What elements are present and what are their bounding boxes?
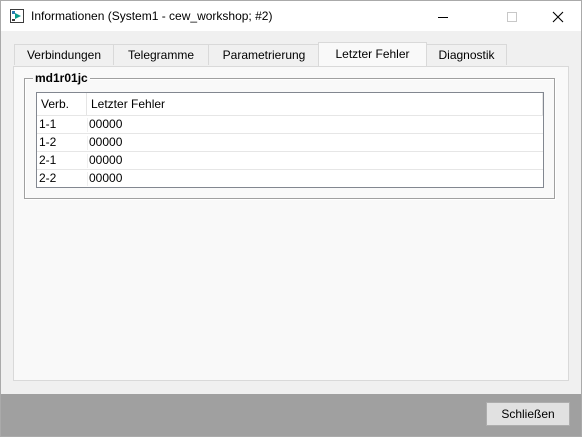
- maximize-button[interactable]: [489, 1, 535, 31]
- cell-verb: 1-1: [39, 117, 57, 131]
- tab-verbindungen[interactable]: Verbindungen: [14, 44, 114, 65]
- table-row[interactable]: 1-2 00000: [37, 134, 543, 152]
- cell-letzter-fehler: 00000: [89, 117, 123, 131]
- table-row[interactable]: 1-1 00000: [37, 115, 543, 134]
- list-body: 1-1 00000 1-2 00000 2-1 00000 2-2 00000: [37, 115, 543, 187]
- tab-diagnostik[interactable]: Diagnostik: [426, 44, 507, 65]
- column-divider: [87, 118, 88, 132]
- table-row[interactable]: 2-1 00000: [37, 152, 543, 170]
- header-divider: [542, 93, 543, 115]
- cell-verb: 2-1: [39, 153, 57, 167]
- tab-parametrierung[interactable]: Parametrierung: [208, 44, 320, 65]
- cell-letzter-fehler: 00000: [89, 171, 123, 185]
- cell-verb: 2-2: [39, 171, 57, 185]
- list-header: Verb. Letzter Fehler: [37, 93, 543, 115]
- column-header-letzter-fehler[interactable]: Letzter Fehler: [87, 93, 543, 115]
- tab-panel-letzter-fehler: md1r01jc Verb. Letzter Fehler 1-1 00000 …: [13, 66, 569, 381]
- cell-letzter-fehler: 00000: [89, 153, 123, 167]
- column-divider: [87, 136, 88, 150]
- group-title: md1r01jc: [33, 71, 90, 85]
- title-bar[interactable]: Informationen (System1 - cew_workshop; #…: [1, 1, 581, 31]
- application-icon: [10, 9, 24, 23]
- group-box: md1r01jc Verb. Letzter Fehler 1-1 00000 …: [24, 71, 555, 199]
- close-button[interactable]: Schließen: [486, 402, 570, 426]
- cell-letzter-fehler: 00000: [89, 135, 123, 149]
- table-row[interactable]: 2-2 00000: [37, 170, 543, 187]
- error-list[interactable]: Verb. Letzter Fehler 1-1 00000 1-2 00000: [36, 92, 544, 188]
- button-bar: Schließen: [1, 394, 581, 436]
- tab-telegramme[interactable]: Telegramme: [113, 44, 209, 65]
- column-header-verb[interactable]: Verb.: [37, 93, 87, 115]
- cell-verb: 1-2: [39, 135, 57, 149]
- column-divider: [87, 172, 88, 186]
- minimize-button[interactable]: [420, 1, 466, 31]
- info-window: Informationen (System1 - cew_workshop; #…: [0, 0, 582, 437]
- column-divider: [87, 154, 88, 168]
- window-title: Informationen (System1 - cew_workshop; #…: [31, 9, 273, 23]
- tab-strip: Verbindungen Telegramme Parametrierung L…: [14, 42, 574, 66]
- close-window-button[interactable]: [535, 1, 581, 31]
- tab-letzter-fehler[interactable]: Letzter Fehler: [318, 42, 427, 66]
